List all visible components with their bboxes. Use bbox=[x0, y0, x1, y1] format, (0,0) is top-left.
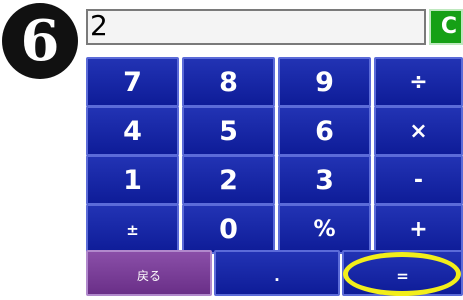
step-number-badge: 6 bbox=[2, 3, 78, 79]
key-3[interactable]: 3 bbox=[278, 155, 371, 205]
key-decimal-point[interactable]: . bbox=[214, 250, 340, 296]
key-9[interactable]: 9 bbox=[278, 57, 371, 107]
key-minus[interactable]: - bbox=[374, 155, 463, 205]
clear-button[interactable]: C bbox=[429, 9, 463, 45]
key-7[interactable]: 7 bbox=[86, 57, 179, 107]
key-5[interactable]: 5 bbox=[182, 106, 275, 156]
key-percent[interactable]: % bbox=[278, 204, 371, 254]
calculator-display: 2 bbox=[86, 9, 426, 45]
key-1[interactable]: 1 bbox=[86, 155, 179, 205]
key-8[interactable]: 8 bbox=[182, 57, 275, 107]
key-0[interactable]: 0 bbox=[182, 204, 275, 254]
key-multiply[interactable]: × bbox=[374, 106, 463, 156]
back-button[interactable]: 戻る bbox=[86, 250, 212, 296]
key-6[interactable]: 6 bbox=[278, 106, 371, 156]
equals-button[interactable]: = bbox=[342, 250, 463, 296]
key-divide[interactable]: ÷ bbox=[374, 57, 463, 107]
key-plus-minus[interactable]: ± bbox=[86, 204, 179, 254]
key-4[interactable]: 4 bbox=[86, 106, 179, 156]
key-2[interactable]: 2 bbox=[182, 155, 275, 205]
key-plus[interactable]: + bbox=[374, 204, 463, 254]
